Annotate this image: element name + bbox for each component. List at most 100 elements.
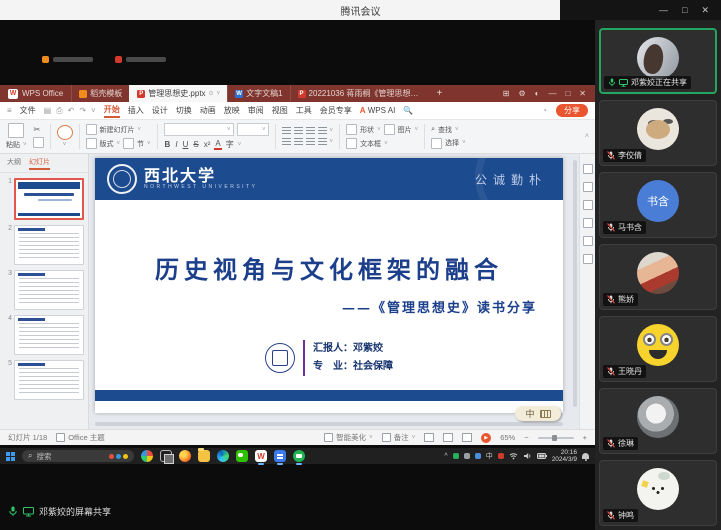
properties-icon[interactable] bbox=[583, 164, 593, 174]
bold-button[interactable]: B bbox=[164, 140, 172, 149]
font-size-combo[interactable]: ˅ bbox=[237, 123, 269, 136]
zoom-level[interactable]: 65% bbox=[500, 433, 515, 442]
firefox-icon[interactable] bbox=[179, 450, 191, 462]
tab-outline[interactable]: 大纲 bbox=[7, 157, 21, 170]
selection-pane-icon[interactable] bbox=[583, 236, 593, 246]
underline-button[interactable]: U bbox=[182, 140, 190, 149]
settings-gear-icon[interactable]: ⚙ bbox=[518, 89, 525, 98]
tab-slides[interactable]: 幻灯片 bbox=[29, 157, 50, 170]
volume-icon[interactable] bbox=[523, 452, 532, 460]
align-left-icon[interactable] bbox=[282, 127, 291, 135]
beautify-button[interactable]: 智能美化˅ bbox=[324, 432, 373, 443]
slide-thumbnail-5[interactable] bbox=[14, 360, 84, 400]
paste-button[interactable]: 粘贴˅ bbox=[6, 123, 27, 150]
battery-icon[interactable] bbox=[537, 453, 547, 459]
pin-icon[interactable]: ⊙ bbox=[209, 90, 214, 97]
bullet-list-icon[interactable] bbox=[282, 138, 291, 146]
align-right-icon[interactable] bbox=[306, 127, 315, 135]
edge-browser-icon[interactable] bbox=[217, 450, 229, 462]
textbox-button[interactable]: 文本框˅ bbox=[346, 138, 388, 149]
superscript-button[interactable]: x² bbox=[203, 140, 212, 149]
align-center-icon[interactable] bbox=[294, 127, 303, 135]
tray-blue-icon[interactable] bbox=[475, 453, 481, 459]
menu-transition[interactable]: 切换 bbox=[176, 105, 192, 116]
find-button[interactable]: ⌕ 查找˅ bbox=[431, 125, 466, 135]
zoom-in-button[interactable]: + bbox=[583, 433, 587, 442]
tray-expand-icon[interactable]: ^ bbox=[444, 453, 447, 460]
menu-file[interactable]: 文件 bbox=[20, 105, 36, 116]
menu-slideshow[interactable]: 放映 bbox=[224, 105, 240, 116]
slide-thumbnail-3[interactable] bbox=[14, 270, 84, 310]
italic-button[interactable]: I bbox=[174, 140, 178, 149]
layout-button[interactable]: 版式˅ bbox=[86, 138, 121, 149]
font-color-button[interactable]: A bbox=[214, 139, 221, 150]
slide-thumbnail-1[interactable] bbox=[14, 178, 84, 220]
zoom-out-button[interactable]: − bbox=[524, 433, 528, 442]
chevron-down-icon[interactable]: ˅ bbox=[91, 106, 96, 116]
comments-pane-icon[interactable] bbox=[583, 218, 593, 228]
copy-icon[interactable] bbox=[33, 137, 44, 148]
font-family-combo[interactable]: ˅ bbox=[164, 123, 234, 136]
tray-grey-icon[interactable] bbox=[464, 453, 470, 459]
menu-membership[interactable]: 会员专享 bbox=[320, 105, 352, 116]
tray-green-icon[interactable] bbox=[453, 453, 459, 459]
horizontal-scrollbar[interactable] bbox=[95, 422, 563, 426]
slide-canvas[interactable]: 西北大学 NORTHWEST UNIVERSITY 公诚勤朴 历史视角与文化框架… bbox=[89, 154, 579, 429]
vertical-scrollbar[interactable] bbox=[573, 160, 577, 407]
participant-tile[interactable]: 徐琳 bbox=[599, 388, 717, 454]
participant-tile[interactable]: 李佼倩 bbox=[599, 100, 717, 166]
hamburger-icon[interactable]: ≡ bbox=[7, 106, 12, 115]
slide-thumbnail-4[interactable] bbox=[14, 315, 84, 355]
redo-icon[interactable]: ↷ bbox=[79, 106, 86, 116]
slide-thumbnail-2[interactable] bbox=[14, 225, 84, 265]
menu-tools[interactable]: 工具 bbox=[296, 105, 312, 116]
menu-animation[interactable]: 动画 bbox=[200, 105, 216, 116]
zoom-slider[interactable] bbox=[538, 437, 574, 439]
indent-icon[interactable] bbox=[306, 138, 315, 146]
wifi-icon[interactable] bbox=[509, 452, 518, 460]
theme-indicator[interactable]: Office 主题 bbox=[56, 432, 105, 443]
undo-icon[interactable]: ↶ bbox=[68, 106, 75, 116]
wps-close-button[interactable]: ✕ bbox=[579, 89, 586, 98]
wps-minimize-button[interactable]: — bbox=[548, 89, 556, 98]
notification-bell-icon[interactable] bbox=[582, 453, 589, 459]
tencent-meeting-icon[interactable] bbox=[293, 450, 305, 462]
menu-home[interactable]: 开始 bbox=[104, 104, 120, 118]
cut-icon[interactable]: ✂ bbox=[33, 125, 44, 134]
tab-writer-doc[interactable]: W 文字文稿1 bbox=[227, 85, 289, 102]
participant-tile[interactable]: 熊娇 bbox=[599, 244, 717, 310]
strikethrough-button[interactable]: S bbox=[192, 140, 199, 149]
line-spacing-icon[interactable] bbox=[318, 138, 327, 146]
close-button[interactable]: ✕ bbox=[701, 5, 709, 16]
tab-docer-templates[interactable]: 稻壳模板 bbox=[71, 85, 129, 102]
taskbar-clock[interactable]: 20:16 2024/3/9 bbox=[552, 449, 577, 463]
ime-indicator[interactable]: 中 bbox=[515, 406, 561, 421]
notes-button[interactable]: 备注˅ bbox=[382, 432, 416, 443]
sync-status-icon[interactable]: ◔ bbox=[542, 106, 547, 115]
participant-tile[interactable]: 钟鸣 bbox=[599, 460, 717, 526]
save-icon[interactable]: ▤ bbox=[44, 106, 52, 116]
reading-view-icon[interactable] bbox=[462, 433, 472, 442]
tab-presentation-active[interactable]: P 管理思想史.pptx ⊙ ˅ bbox=[129, 85, 227, 102]
task-view-icon[interactable] bbox=[160, 450, 172, 462]
tencent-docs-icon[interactable] bbox=[274, 450, 286, 462]
play-slideshow-button[interactable]: ▶ bbox=[481, 433, 491, 443]
minimize-button[interactable]: — bbox=[659, 5, 668, 15]
normal-view-icon[interactable] bbox=[424, 433, 434, 442]
tray-red-icon[interactable] bbox=[498, 453, 504, 459]
maximize-button[interactable]: □ bbox=[682, 5, 687, 15]
taskbar-search[interactable]: ⌕ 搜索 bbox=[22, 450, 134, 462]
print-icon[interactable]: ⎙ bbox=[56, 106, 62, 116]
participant-tile[interactable]: 王晓丹 bbox=[599, 316, 717, 382]
menu-insert[interactable]: 插入 bbox=[128, 105, 144, 116]
new-slide-button[interactable]: 新建幻灯片˅ bbox=[86, 124, 151, 135]
section-button[interactable]: 节˅ bbox=[123, 138, 151, 149]
participant-tile[interactable]: 书含 马书含 bbox=[599, 172, 717, 238]
design-pane-icon[interactable] bbox=[583, 200, 593, 210]
number-list-icon[interactable] bbox=[294, 138, 303, 146]
ribbon-collapse-icon[interactable]: ˄ bbox=[585, 133, 589, 140]
layout-switch-icon[interactable]: ⊞ bbox=[503, 89, 510, 98]
new-tab-button[interactable]: + bbox=[430, 85, 450, 102]
shape-button[interactable]: 形状˅ bbox=[346, 124, 381, 135]
tab-presentation-2[interactable]: P 20221036 蒋雨桐《管理思想史》 bbox=[290, 85, 430, 102]
